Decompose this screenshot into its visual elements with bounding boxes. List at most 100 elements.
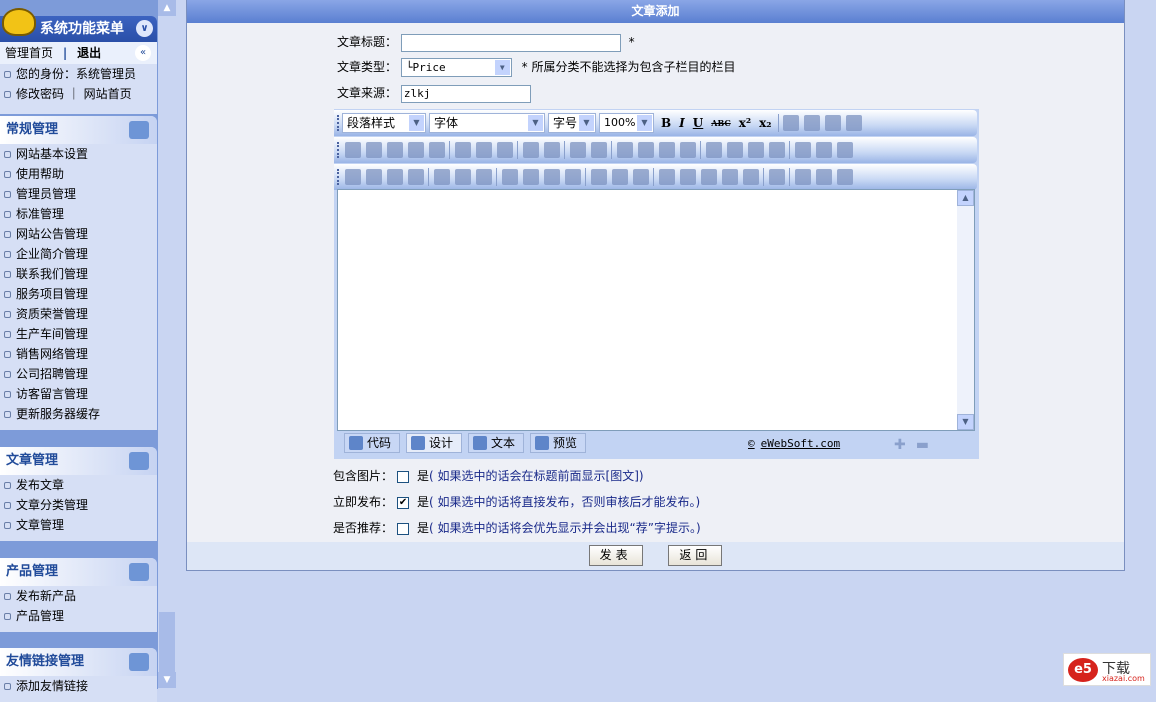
back-button[interactable]: 返回 bbox=[668, 545, 723, 566]
layer-back-icon[interactable] bbox=[836, 142, 853, 158]
horizontal-rule-icon[interactable] bbox=[543, 169, 560, 185]
sidebar-item[interactable]: 访客留言管理 bbox=[0, 384, 157, 404]
undo-icon[interactable] bbox=[522, 142, 539, 158]
paragraph-icon[interactable] bbox=[794, 142, 811, 158]
frame-icon[interactable] bbox=[501, 169, 518, 185]
select-icon[interactable] bbox=[569, 142, 586, 158]
file-icon[interactable] bbox=[522, 169, 539, 185]
underline-button[interactable]: U bbox=[693, 116, 703, 130]
paragraph-style-select[interactable]: 段落样式 ▼ bbox=[342, 113, 426, 133]
sidebar-item[interactable]: 销售网络管理 bbox=[0, 344, 157, 364]
account-links[interactable]: 修改密码 ｜ 网站首页 bbox=[0, 84, 157, 104]
menu-group-header[interactable]: 常规管理 bbox=[0, 116, 157, 144]
delete-icon[interactable] bbox=[475, 142, 492, 158]
font-select[interactable]: 字体 ▼ bbox=[429, 113, 545, 133]
shrink-icon[interactable]: ▬ bbox=[916, 437, 939, 453]
sidebar-item[interactable]: 网站公告管理 bbox=[0, 224, 157, 244]
upload-icon[interactable] bbox=[407, 169, 424, 185]
sidebar-item[interactable]: 标准管理 bbox=[0, 204, 157, 224]
copyright-icon[interactable] bbox=[658, 169, 675, 185]
sidebar-item[interactable]: 发布文章 bbox=[0, 475, 157, 495]
justify-icon[interactable] bbox=[846, 115, 863, 131]
scroll-down-icon[interactable]: ▼ bbox=[957, 414, 974, 430]
sidebar-item[interactable]: 文章管理 bbox=[0, 515, 157, 535]
align-right-icon[interactable] bbox=[825, 115, 842, 131]
title-input[interactable] bbox=[400, 33, 621, 52]
redo-icon[interactable] bbox=[543, 142, 560, 158]
scroll-up-icon[interactable]: ▲ bbox=[158, 0, 176, 16]
scroll-up-icon[interactable]: ▲ bbox=[957, 190, 974, 206]
row-icon[interactable] bbox=[475, 169, 492, 185]
layer-front-icon[interactable] bbox=[815, 142, 832, 158]
cell-icon[interactable] bbox=[454, 169, 471, 185]
type-select[interactable]: └Price ▼ bbox=[400, 58, 512, 77]
media-icon[interactable] bbox=[386, 169, 403, 185]
help-icon[interactable] bbox=[815, 169, 832, 185]
paste-word-icon[interactable] bbox=[428, 142, 445, 158]
sidebar-item[interactable]: 使用帮助 bbox=[0, 164, 157, 184]
sidebar-item[interactable]: 管理员管理 bbox=[0, 184, 157, 204]
background-color-icon[interactable] bbox=[726, 142, 743, 158]
time-icon[interactable] bbox=[742, 169, 759, 185]
insert-image-icon[interactable] bbox=[344, 169, 361, 185]
table-icon[interactable] bbox=[433, 169, 450, 185]
sidebar-item[interactable]: 网站基本设置 bbox=[0, 144, 157, 164]
paste-text-icon[interactable] bbox=[407, 142, 424, 158]
logout-link[interactable]: 退出 bbox=[77, 46, 101, 60]
align-center-icon[interactable] bbox=[804, 115, 821, 131]
highlight-icon[interactable] bbox=[747, 142, 764, 158]
sidebar-item[interactable]: 生产车间管理 bbox=[0, 324, 157, 344]
eraser-icon[interactable] bbox=[496, 142, 513, 158]
superscript-button[interactable]: x² bbox=[739, 116, 751, 130]
home-link[interactable]: 管理首页 bbox=[5, 46, 53, 60]
enlarge-icon[interactable]: ✚ bbox=[894, 437, 916, 453]
submit-button[interactable]: 发表 bbox=[588, 545, 643, 566]
anchor-icon[interactable] bbox=[611, 169, 628, 185]
outdent-icon[interactable] bbox=[679, 142, 696, 158]
sidebar-item[interactable]: 服务项目管理 bbox=[0, 284, 157, 304]
flash-icon[interactable] bbox=[365, 169, 382, 185]
sidebar-item[interactable]: 更新服务器缓存 bbox=[0, 404, 157, 424]
mode-tab[interactable]: 文本 bbox=[468, 433, 525, 453]
date-icon[interactable] bbox=[721, 169, 738, 185]
align-left-icon[interactable] bbox=[783, 115, 800, 131]
copy-icon[interactable] bbox=[365, 142, 382, 158]
sidebar-scrollbar[interactable]: ▲ ▼ bbox=[158, 0, 176, 689]
paste-icon[interactable] bbox=[386, 142, 403, 158]
editor-content-area[interactable]: ▲ ▼ bbox=[337, 189, 975, 431]
mode-tab[interactable]: 代码 bbox=[344, 433, 401, 453]
sidebar-item[interactable]: 公司招聘管理 bbox=[0, 364, 157, 384]
option-checkbox[interactable] bbox=[397, 522, 410, 535]
italic-button[interactable]: I bbox=[679, 116, 685, 130]
mode-tab[interactable]: 预览 bbox=[530, 433, 587, 453]
emoticon-icon[interactable] bbox=[679, 169, 696, 185]
sidebar-item[interactable]: 发布新产品 bbox=[0, 586, 157, 606]
bold-button[interactable]: B bbox=[661, 116, 671, 130]
font-size-select[interactable]: 字号 ▼ bbox=[548, 113, 596, 133]
find-icon[interactable] bbox=[454, 142, 471, 158]
about-icon[interactable] bbox=[836, 169, 853, 185]
unordered-list-icon[interactable] bbox=[637, 142, 654, 158]
menu-group-header[interactable]: 友情链接管理 bbox=[0, 648, 157, 676]
menu-group-header[interactable]: 文章管理 bbox=[0, 447, 157, 475]
mode-tab[interactable]: 设计 bbox=[406, 433, 463, 453]
sidebar-item[interactable]: 添加友情链接 bbox=[0, 676, 157, 696]
editor-scrollbar[interactable]: ▲ ▼ bbox=[957, 190, 974, 430]
sidebar-item[interactable]: 文章分类管理 bbox=[0, 495, 157, 515]
unlink-icon[interactable] bbox=[632, 169, 649, 185]
ordered-list-icon[interactable] bbox=[616, 142, 633, 158]
ewebsoft-link[interactable]: © eWebSoft.com bbox=[748, 437, 840, 450]
zoom-select[interactable]: 100% ▼ bbox=[599, 113, 654, 133]
hide-sidebar-icon[interactable]: « bbox=[135, 45, 151, 61]
sidebar-item[interactable]: 企业简介管理 bbox=[0, 244, 157, 264]
strikethrough-button[interactable]: ABC bbox=[711, 118, 730, 128]
remove-format-icon[interactable] bbox=[768, 142, 785, 158]
option-checkbox[interactable]: ✔ bbox=[397, 496, 410, 509]
scroll-thumb[interactable] bbox=[159, 612, 175, 672]
excel-icon[interactable] bbox=[700, 169, 717, 185]
text-color-icon[interactable] bbox=[705, 142, 722, 158]
menu-group-header[interactable]: 产品管理 bbox=[0, 558, 157, 586]
fullscreen-icon[interactable] bbox=[794, 169, 811, 185]
cut-icon[interactable] bbox=[344, 142, 361, 158]
absolute-position-icon[interactable] bbox=[590, 142, 607, 158]
